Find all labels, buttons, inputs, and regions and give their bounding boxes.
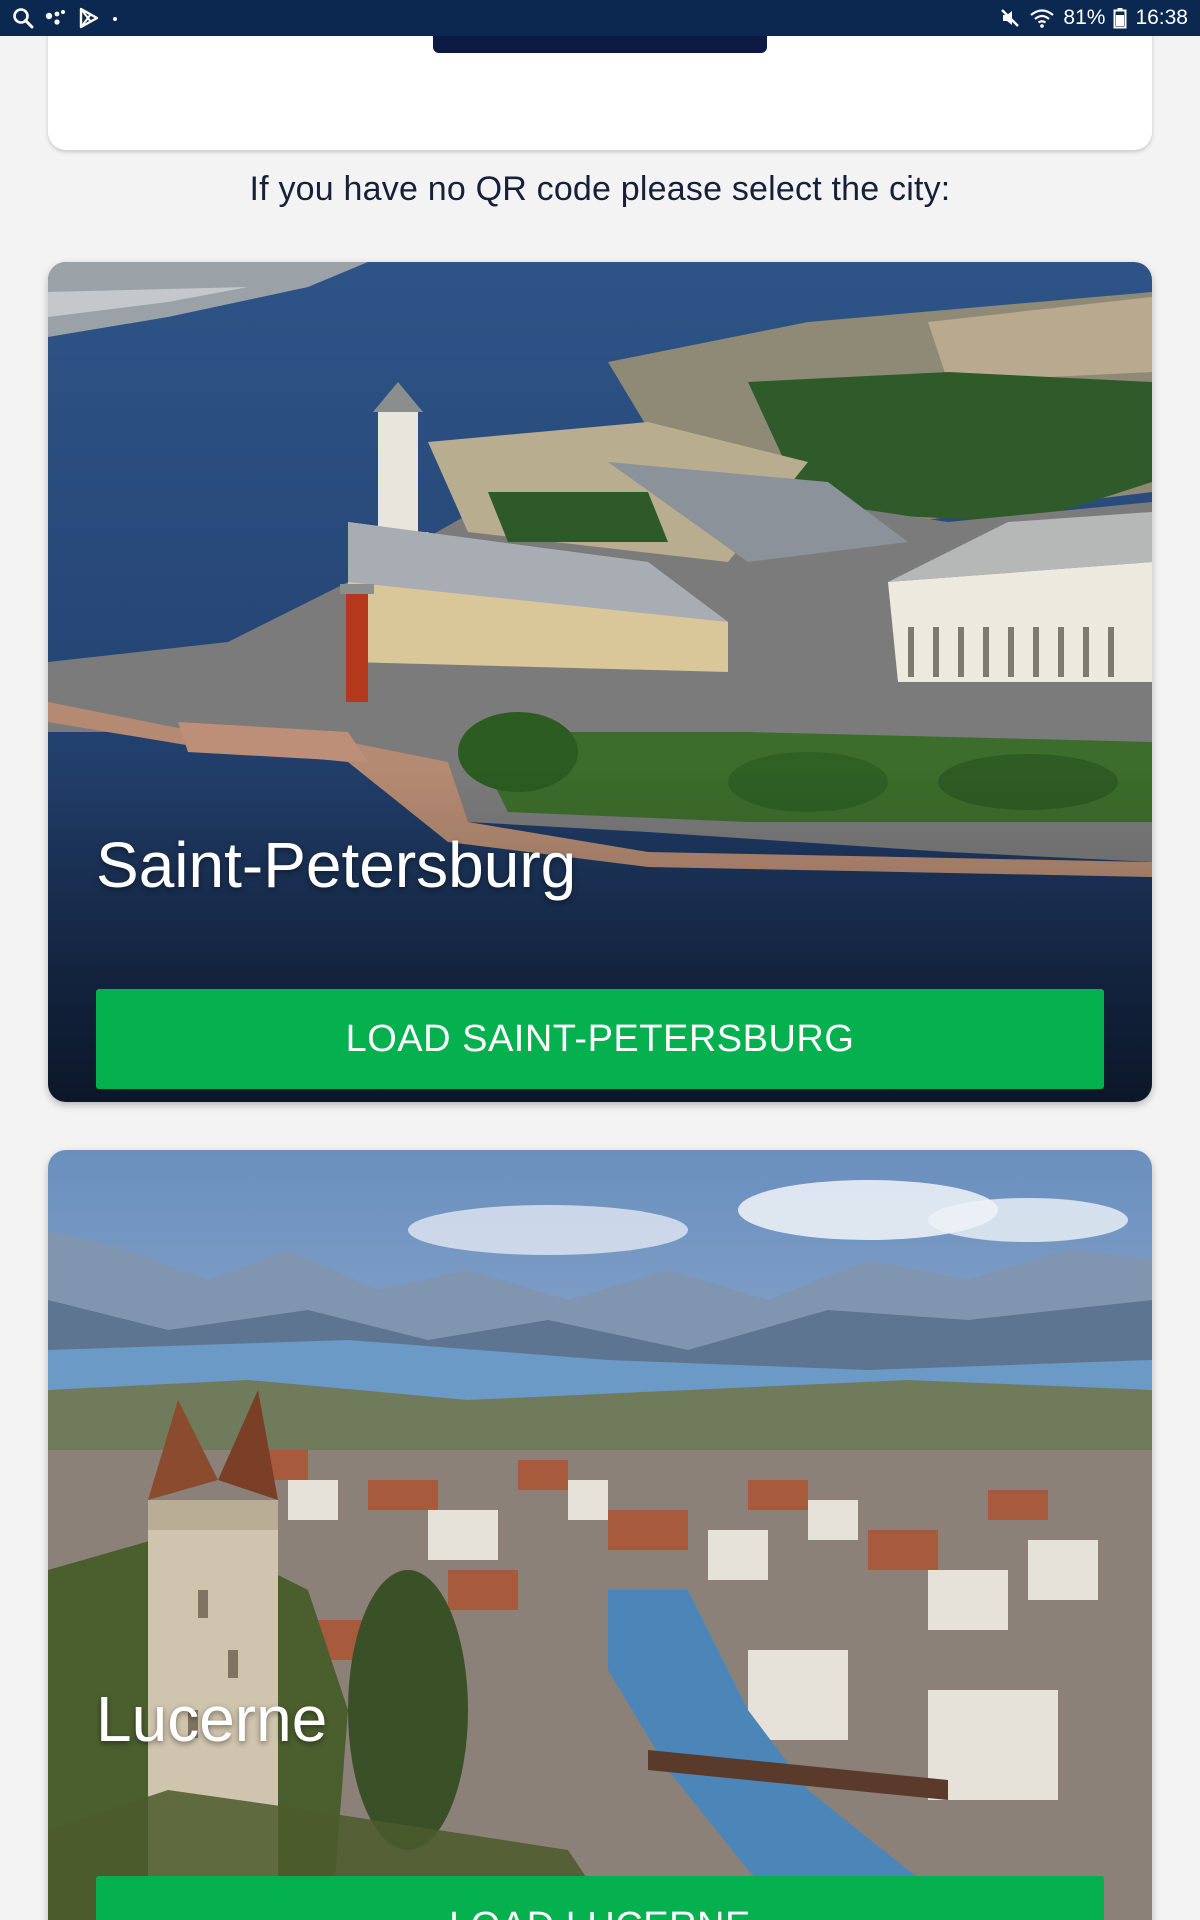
status-bar-left	[12, 7, 120, 29]
clock: 16:38	[1135, 6, 1188, 29]
assistant-icon	[44, 7, 68, 29]
wifi-icon	[1029, 7, 1055, 29]
load-saint-petersburg-button[interactable]: LOAD SAINT-PETERSBURG	[96, 989, 1104, 1089]
mute-icon	[999, 7, 1021, 29]
spb-aerial-photo	[48, 262, 1152, 1102]
city-name: Saint-Petersburg	[96, 829, 577, 901]
status-bar-right: 81% 16:38	[999, 6, 1188, 30]
select-city-prompt: If you have no QR code please select the…	[249, 170, 951, 208]
lucerne-aerial-photo	[48, 1150, 1152, 1920]
status-bar: 81% 16:38	[0, 0, 1200, 36]
city-card-lucerne: Lucerne LOAD LUCERNE	[48, 1150, 1152, 1920]
qr-code-card	[48, 36, 1152, 150]
city-selection-screen: If you have no QR code please select the…	[0, 36, 1200, 1920]
battery-percentage: 81%	[1063, 6, 1106, 29]
city-card-saint-petersburg: Saint-Petersburg LOAD SAINT-PETERSBURG	[48, 262, 1152, 1102]
city-name: Lucerne	[96, 1683, 328, 1755]
search-icon	[12, 7, 34, 29]
scan-qr-button[interactable]	[433, 36, 767, 53]
play-store-icon	[78, 7, 100, 29]
dot-icon	[110, 7, 120, 29]
battery-icon	[1113, 7, 1127, 29]
load-lucerne-button[interactable]: LOAD LUCERNE	[96, 1876, 1104, 1920]
